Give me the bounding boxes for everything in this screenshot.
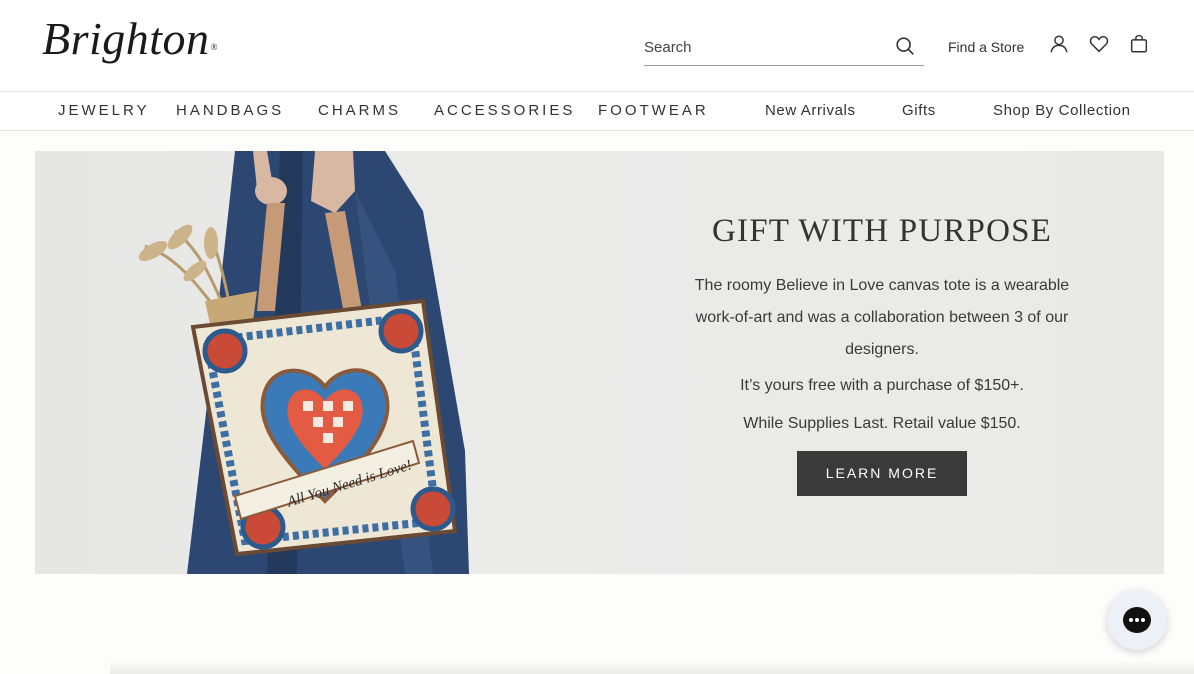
brighton-logo[interactable]: Brighton® bbox=[42, 12, 218, 65]
chat-icon-dot bbox=[1135, 618, 1139, 622]
account-icon[interactable] bbox=[1048, 33, 1070, 55]
logo-text: Brighton bbox=[42, 13, 210, 64]
nav-gifts[interactable]: Gifts bbox=[902, 102, 936, 119]
hero-offer: It’s yours free with a purchase of $150+… bbox=[740, 377, 1024, 394]
wishlist-icon[interactable] bbox=[1088, 33, 1110, 55]
nav-accessories[interactable]: ACCESSORIES bbox=[434, 102, 575, 119]
hero-supply-note: While Supplies Last. Retail value $150. bbox=[743, 415, 1021, 432]
chat-icon-dot bbox=[1141, 618, 1145, 622]
tote-bag-image[interactable]: All You Need is Love! bbox=[35, 151, 505, 574]
hero-text-block: GIFT WITH PURPOSE The roomy Believe in L… bbox=[675, 213, 1089, 496]
hero-banner: All You Need is Love! GIFT WITH PURPOSE … bbox=[35, 151, 1164, 574]
next-section-edge bbox=[110, 660, 1194, 674]
nav-shop-by-collection[interactable]: Shop By Collection bbox=[993, 102, 1131, 119]
main-navigation: JEWELRY HANDBAGS CHARMS ACCESSORIES FOOT… bbox=[0, 92, 1194, 131]
chat-button[interactable] bbox=[1107, 590, 1167, 650]
nav-handbags[interactable]: HANDBAGS bbox=[176, 102, 284, 119]
search-icon[interactable] bbox=[894, 35, 916, 57]
learn-more-button[interactable]: LEARN MORE bbox=[797, 451, 967, 496]
nav-charms[interactable]: CHARMS bbox=[318, 102, 401, 119]
hero-title: GIFT WITH PURPOSE bbox=[711, 213, 1053, 249]
site-header: Brighton® Find a Store bbox=[0, 0, 1194, 92]
find-a-store-link[interactable]: Find a Store bbox=[948, 39, 1024, 55]
search-bar bbox=[644, 30, 924, 66]
nav-jewelry[interactable]: JEWELRY bbox=[58, 102, 150, 119]
chat-icon-dot bbox=[1129, 618, 1133, 622]
chat-icon bbox=[1123, 607, 1151, 633]
nav-new-arrivals[interactable]: New Arrivals bbox=[765, 102, 856, 119]
nav-footwear[interactable]: FOOTWEAR bbox=[598, 102, 709, 119]
shopping-bag-icon[interactable] bbox=[1128, 33, 1150, 55]
hero-description: The roomy Believe in Love canvas tote is… bbox=[694, 277, 1070, 358]
search-input[interactable] bbox=[644, 34, 884, 60]
logo-registered-mark: ® bbox=[210, 42, 218, 52]
